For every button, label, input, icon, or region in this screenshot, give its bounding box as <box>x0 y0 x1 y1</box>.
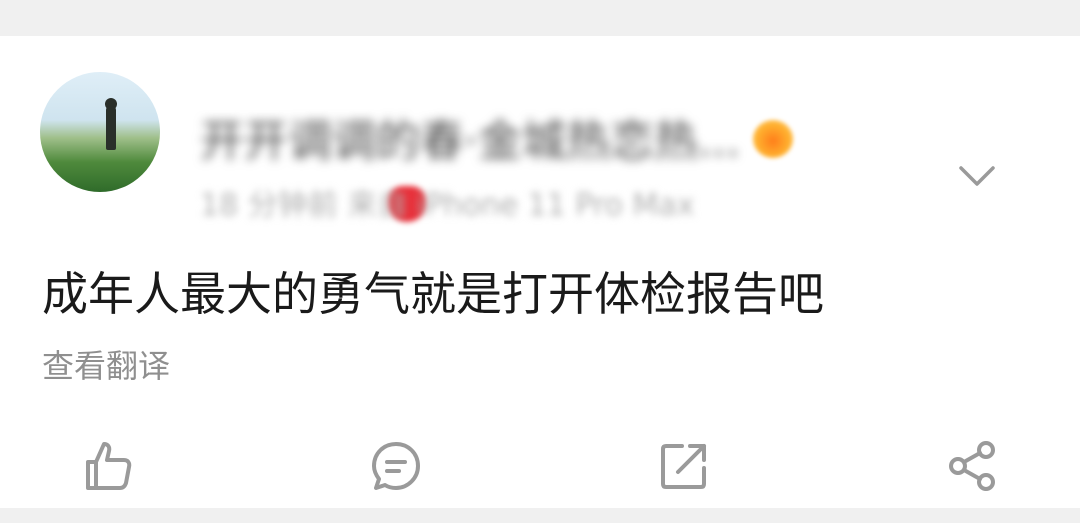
share-icon <box>944 438 1000 494</box>
share-button[interactable] <box>942 436 1002 496</box>
chevron-down-icon[interactable] <box>955 154 999 198</box>
author-avatar[interactable] <box>40 72 160 192</box>
comment-button[interactable] <box>366 436 426 496</box>
repost-button[interactable] <box>654 436 714 496</box>
author-name[interactable]: 开开调调的春·金城热恋热... <box>200 116 740 168</box>
post-meta: 18 分钟前 来自 iPhone 11 Pro Max <box>200 186 694 226</box>
comment-icon <box>368 438 424 494</box>
post-meta-text: 18 分钟前 来自 iPhone 11 Pro Max <box>200 188 695 223</box>
feed-separator-top <box>0 0 1080 36</box>
like-button[interactable] <box>78 436 138 496</box>
feed-separator-bottom <box>0 508 1080 523</box>
avatar-figure <box>106 106 116 150</box>
vip-badge-icon <box>753 120 793 158</box>
view-translation-link[interactable]: 查看翻译 <box>42 346 170 386</box>
post-body-text: 成年人最大的勇气就是打开体检报告吧 <box>42 267 824 321</box>
post-card[interactable]: 开开调调的春·金城热恋热... 18 分钟前 来自 iPhone 11 Pro … <box>0 36 1080 508</box>
repost-icon <box>656 438 712 494</box>
thumbs-up-icon <box>80 438 136 494</box>
